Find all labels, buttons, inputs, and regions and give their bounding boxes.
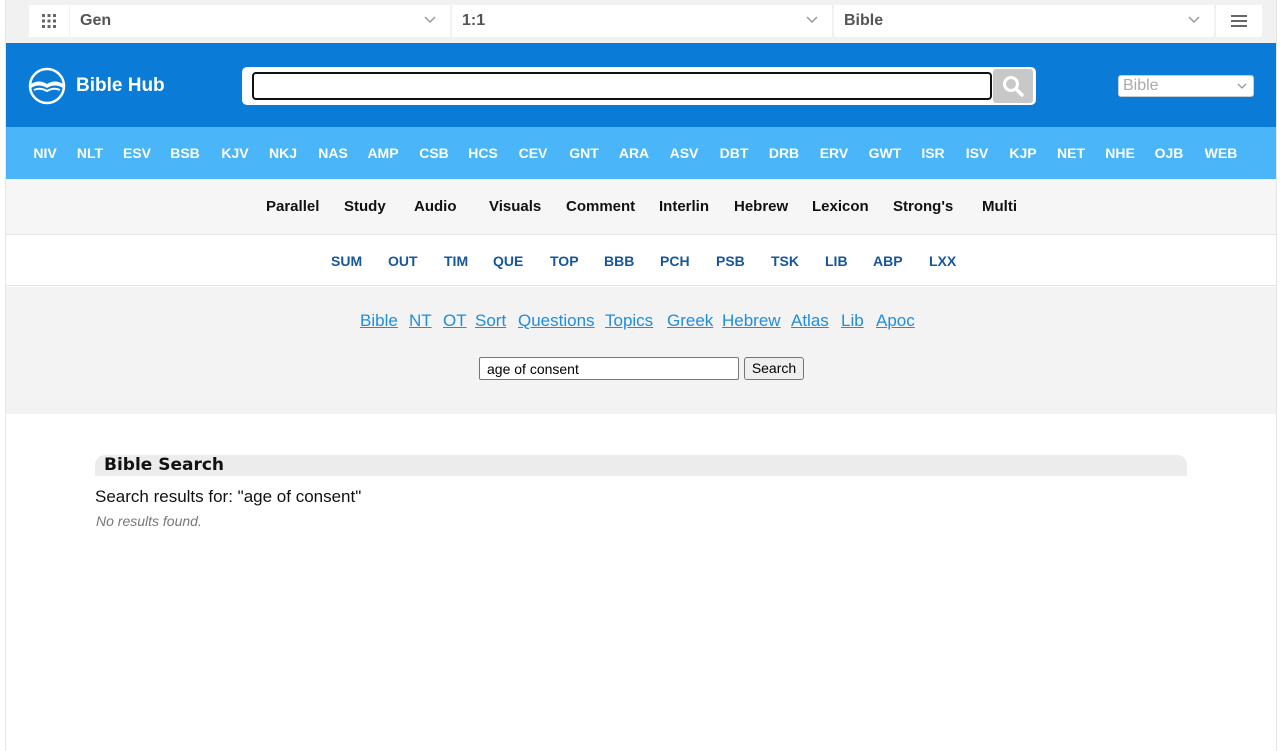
search-icon — [1003, 76, 1024, 97]
tool-link[interactable]: Comment — [566, 179, 635, 235]
header-bible-select[interactable]: Bible — [1118, 75, 1254, 97]
header-search-input[interactable] — [252, 72, 992, 100]
version-link[interactable]: ARA — [615, 127, 653, 179]
results-heading: Bible Search — [95, 455, 1187, 476]
tool-link[interactable]: Parallel — [266, 179, 319, 235]
version-link[interactable]: KJV — [218, 127, 252, 179]
version-link[interactable]: HCS — [466, 127, 500, 179]
version-select[interactable]: Bible — [834, 5, 1214, 37]
nav-link-ot[interactable]: OT — [443, 311, 467, 331]
chevron-down-icon — [424, 16, 436, 24]
results-summary: Search results for: "age of consent" — [95, 487, 362, 506]
version-link[interactable]: NIV — [28, 127, 62, 179]
header-bible-select-value: Bible — [1123, 77, 1159, 94]
versions-nav: NIV NLT ESV BSB KJV NKJ NAS AMP CSB HCS … — [6, 127, 1276, 179]
resources-nav: SUM OUT TIM QUE TOP BBB PCH PSB TSK LIB … — [6, 236, 1276, 286]
bible-search-input[interactable] — [479, 357, 739, 380]
resource-link[interactable]: TIM — [444, 236, 468, 286]
version-link[interactable]: ESV — [120, 127, 154, 179]
tool-link[interactable]: Study — [344, 179, 386, 235]
site-header: Bible Hub Bible — [6, 43, 1276, 127]
tool-link[interactable]: Lexicon — [812, 179, 869, 235]
chapter-select-value: 1:1 — [462, 12, 486, 29]
nav-link-topics[interactable]: Topics — [605, 311, 653, 331]
chapter-select[interactable]: 1:1 — [452, 5, 832, 37]
resource-link[interactable]: OUT — [388, 236, 418, 286]
version-link[interactable]: NHE — [1102, 127, 1138, 179]
version-link[interactable]: AMP — [364, 127, 402, 179]
book-select[interactable]: Gen — [70, 5, 450, 37]
nav-link-greek[interactable]: Greek — [667, 311, 713, 331]
chevron-down-icon — [806, 16, 818, 24]
nav-link-questions[interactable]: Questions — [518, 311, 595, 331]
header-search — [242, 67, 1036, 105]
resource-link[interactable]: LXX — [929, 236, 956, 286]
page-frame: Gen 1:1 Bible Bible Hub Bible NIV NLT ES… — [5, 0, 1277, 751]
tool-link[interactable]: Interlin — [659, 179, 709, 235]
nav-link-lib[interactable]: Lib — [841, 311, 864, 331]
version-link[interactable]: ISR — [916, 127, 950, 179]
book-select-value: Gen — [80, 12, 112, 29]
resource-link[interactable]: BBB — [604, 236, 634, 286]
nav-link-atlas[interactable]: Atlas — [791, 311, 829, 331]
resource-link[interactable]: PSB — [716, 236, 745, 286]
version-select-value: Bible — [844, 12, 884, 29]
resource-link[interactable]: TOP — [550, 236, 579, 286]
nav-link-hebrew[interactable]: Hebrew — [722, 311, 781, 331]
bible-search-button[interactable]: Search — [744, 357, 804, 380]
chevron-down-icon — [1188, 16, 1200, 24]
version-link[interactable]: ISV — [962, 127, 992, 179]
no-results-message: No results found. — [96, 513, 202, 529]
apps-grid-button[interactable] — [29, 5, 69, 37]
tool-link[interactable]: Audio — [414, 179, 457, 235]
menu-button[interactable] — [1216, 5, 1262, 37]
header-search-button[interactable] — [993, 69, 1033, 103]
open-bible-logo-icon — [28, 67, 66, 105]
version-link[interactable]: NLT — [73, 127, 107, 179]
nav-link-bible[interactable]: Bible — [360, 311, 398, 331]
version-link[interactable]: KJP — [1006, 127, 1040, 179]
resource-link[interactable]: QUE — [493, 236, 523, 286]
search-section: Bible NT OT Sort Questions Topics Greek … — [6, 287, 1276, 414]
resource-link[interactable]: ABP — [873, 236, 903, 286]
version-link[interactable]: CSB — [417, 127, 451, 179]
tool-link[interactable]: Strong's — [893, 179, 953, 235]
nav-link-sort[interactable]: Sort — [475, 311, 506, 331]
version-link[interactable]: CEV — [516, 127, 550, 179]
tool-link[interactable]: Visuals — [489, 179, 541, 235]
resource-link[interactable]: LIB — [825, 236, 848, 286]
version-link[interactable]: NAS — [314, 127, 352, 179]
grid-icon — [42, 14, 56, 28]
tool-link[interactable]: Multi — [982, 179, 1017, 235]
version-link[interactable]: NET — [1054, 127, 1088, 179]
resource-link[interactable]: PCH — [660, 236, 690, 286]
version-link[interactable]: WEB — [1201, 127, 1241, 179]
hamburger-icon — [1231, 15, 1247, 27]
version-link[interactable]: GNT — [565, 127, 603, 179]
site-logo[interactable]: Bible Hub — [28, 67, 165, 105]
version-link[interactable]: ASV — [665, 127, 703, 179]
tools-nav: Parallel Study Audio Visuals Comment Int… — [6, 179, 1276, 235]
resource-link[interactable]: TSK — [771, 236, 799, 286]
resource-link[interactable]: SUM — [331, 236, 362, 286]
version-link[interactable]: DRB — [765, 127, 803, 179]
version-link[interactable]: NKJ — [266, 127, 300, 179]
version-link[interactable]: DBT — [715, 127, 753, 179]
version-link[interactable]: BSB — [168, 127, 202, 179]
logo-text: Bible Hub — [76, 75, 165, 96]
nav-link-apoc[interactable]: Apoc — [876, 311, 915, 331]
top-bar: Gen 1:1 Bible — [6, 0, 1276, 43]
version-link[interactable]: GWT — [865, 127, 905, 179]
nav-link-nt[interactable]: NT — [409, 311, 432, 331]
chevron-down-icon — [1237, 83, 1247, 89]
version-link[interactable]: OJB — [1151, 127, 1187, 179]
tool-link[interactable]: Hebrew — [734, 179, 788, 235]
version-link[interactable]: ERV — [815, 127, 853, 179]
